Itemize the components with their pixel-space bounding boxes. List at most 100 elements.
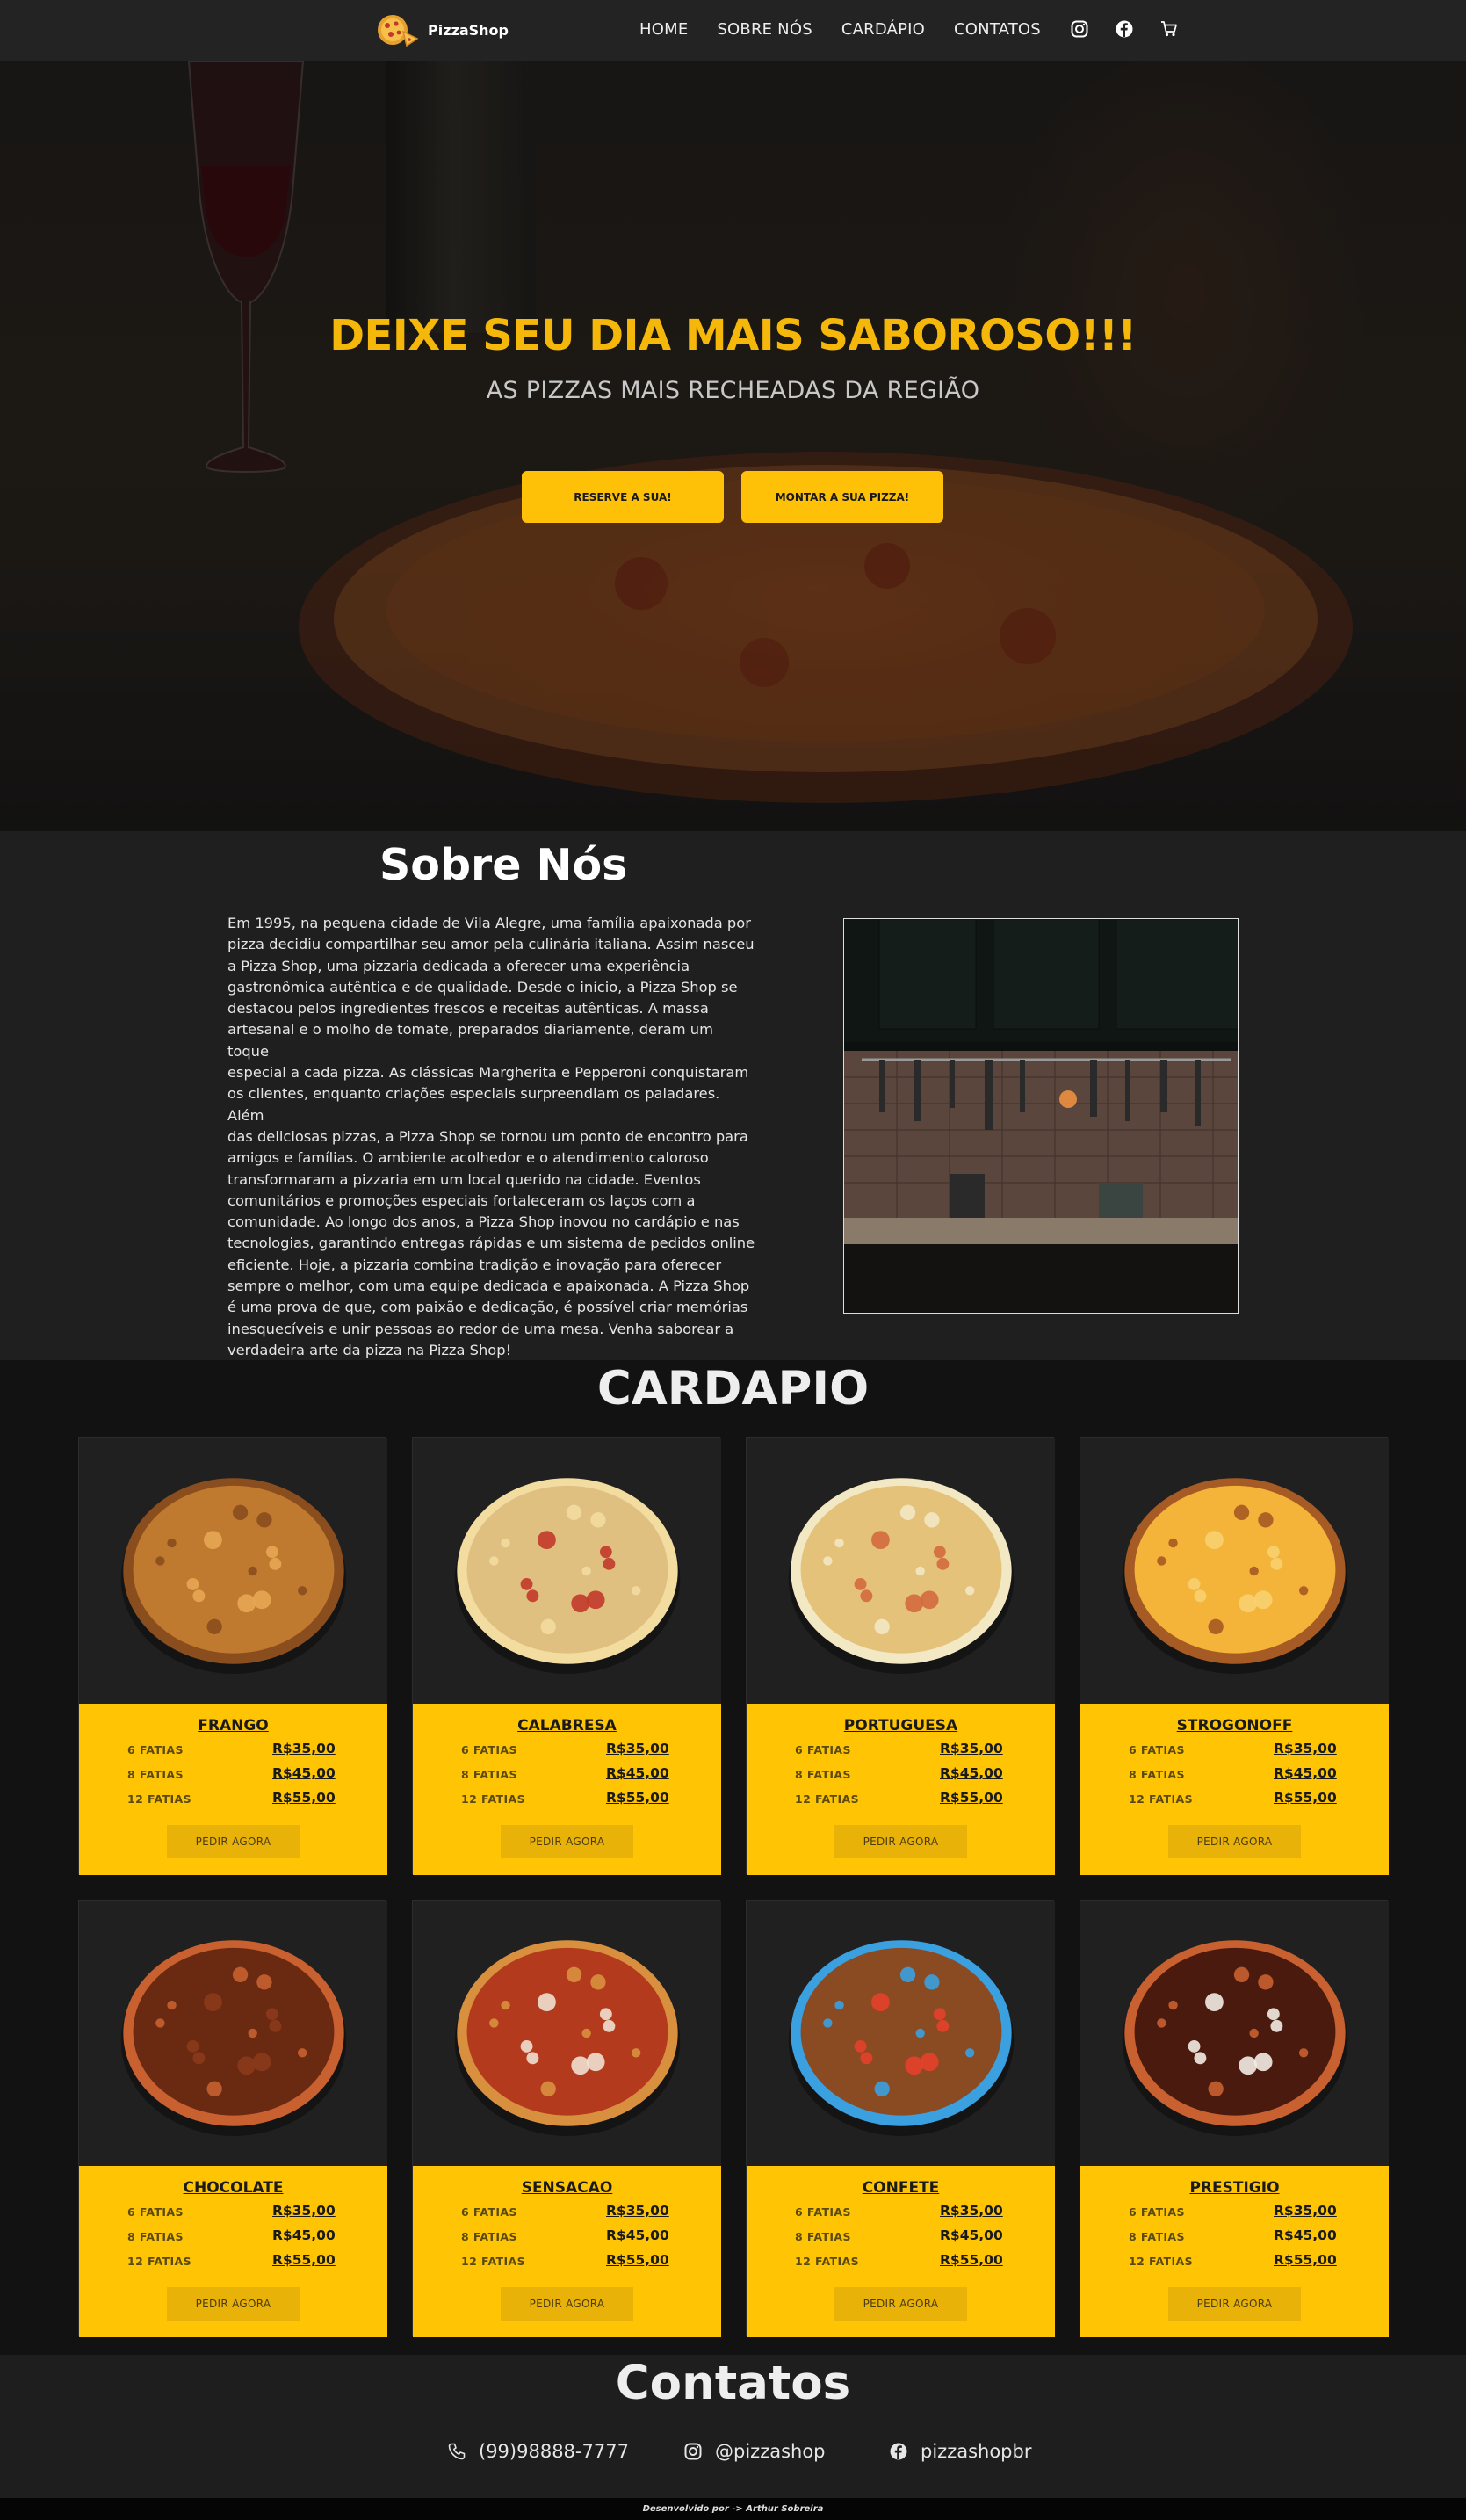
price-row: 8 FATIAS R$45,00	[127, 1765, 356, 1785]
reserve-button[interactable]: RESERVE A SUA!	[522, 471, 724, 523]
price-row: 6 FATIAS R$35,00	[795, 2203, 1023, 2222]
size-label: 6 FATIAS	[127, 1743, 184, 1756]
about-text-line: comunidade. Ao longo dos anos, a Pizza S…	[227, 1213, 740, 1231]
order-now-button[interactable]: PEDIR AGORA	[1168, 2287, 1301, 2321]
price-value[interactable]: R$35,00	[1274, 2203, 1337, 2219]
price-value[interactable]: R$45,00	[940, 2227, 1003, 2243]
price-value[interactable]: R$45,00	[272, 1765, 336, 1781]
price-value[interactable]: R$35,00	[272, 2203, 336, 2219]
price-row: 8 FATIAS R$45,00	[461, 2227, 690, 2247]
menu-card: PORTUGUESA 6 FATIAS R$35,00 8 FATIAS R$45,00…	[746, 1437, 1055, 1875]
phone-icon	[447, 2442, 466, 2461]
pizza-name[interactable]: PORTUGUESA	[747, 1717, 1055, 1734]
menu-section: CARDAPIO FRANGO 6 FATIAS R$35,00 8 FATIAS R$…	[0, 1360, 1466, 2355]
price-value[interactable]: R$55,00	[940, 2252, 1003, 2268]
price-value[interactable]: R$45,00	[606, 1765, 669, 1781]
about-text-line: artesanal e o molho de tomate, preparado…	[227, 1021, 713, 1060]
price-value[interactable]: R$35,00	[606, 1741, 669, 1756]
size-label: 6 FATIAS	[1129, 1743, 1185, 1756]
pizza-logo-icon	[373, 12, 419, 47]
price-value[interactable]: R$55,00	[272, 1790, 336, 1806]
price-value[interactable]: R$55,00	[606, 1790, 669, 1806]
nav-sobre[interactable]: SOBRE NÓS	[717, 20, 812, 39]
instagram-icon	[683, 2442, 703, 2461]
pizza-name[interactable]: PRESTIGIO	[1080, 2179, 1389, 2197]
pizza-image	[79, 1901, 387, 2166]
price-row: 6 FATIAS R$35,00	[127, 2203, 356, 2222]
size-label: 8 FATIAS	[1129, 2230, 1185, 2243]
pizza-name[interactable]: STROGONOFF	[1080, 1717, 1389, 1734]
nav-contatos[interactable]: CONTATOS	[954, 20, 1041, 39]
price-value[interactable]: R$55,00	[1274, 2252, 1337, 2268]
pizza-image	[1080, 1438, 1389, 1704]
price-row: 8 FATIAS R$45,00	[461, 1765, 690, 1785]
price-value[interactable]: R$55,00	[272, 2252, 336, 2268]
price-value[interactable]: R$45,00	[1274, 2227, 1337, 2243]
price-row: 6 FATIAS R$35,00	[1129, 1741, 1357, 1760]
size-label: 8 FATIAS	[1129, 1768, 1185, 1781]
contact-phone[interactable]: (99)98888-7777	[447, 2441, 629, 2462]
price-row: 8 FATIAS R$45,00	[1129, 1765, 1357, 1785]
order-now-button[interactable]: PEDIR AGORA	[834, 2287, 967, 2321]
size-label: 6 FATIAS	[1129, 2205, 1185, 2219]
pizza-name[interactable]: CALABRESA	[413, 1717, 721, 1734]
size-label: 12 FATIAS	[795, 2255, 860, 2268]
order-now-button[interactable]: PEDIR AGORA	[167, 1825, 300, 1858]
price-value[interactable]: R$35,00	[272, 1741, 336, 1756]
price-value[interactable]: R$35,00	[606, 2203, 669, 2219]
pizza-name[interactable]: CONFETE	[747, 2179, 1055, 2197]
price-value[interactable]: R$55,00	[940, 1790, 1003, 1806]
price-row: 8 FATIAS R$45,00	[1129, 2227, 1357, 2247]
price-row: 6 FATIAS R$35,00	[127, 1741, 356, 1760]
pizza-name[interactable]: FRANGO	[79, 1717, 387, 1734]
nav-cardapio[interactable]: CARDÁPIO	[841, 20, 925, 39]
about-text-line: amigos e famílias. O ambiente acolhedor …	[227, 1149, 709, 1167]
price-value[interactable]: R$45,00	[272, 2227, 336, 2243]
facebook-icon[interactable]	[1115, 19, 1134, 39]
order-now-button[interactable]: PEDIR AGORA	[167, 2287, 300, 2321]
pizza-image	[79, 1438, 387, 1704]
nav-home[interactable]: HOME	[639, 20, 688, 39]
order-now-button[interactable]: PEDIR AGORA	[834, 1825, 967, 1858]
brand[interactable]: PizzaShop	[373, 12, 509, 47]
menu-card: STROGONOFF 6 FATIAS R$35,00 8 FATIAS R$45,00…	[1080, 1437, 1389, 1875]
price-value[interactable]: R$55,00	[606, 2252, 669, 2268]
pizza-name[interactable]: SENSACAO	[413, 2179, 721, 2197]
order-now-button[interactable]: PEDIR AGORA	[1168, 1825, 1301, 1858]
card-body: CHOCOLATE 6 FATIAS R$35,00 8 FATIAS R$45,00 1…	[79, 2166, 387, 2337]
contact-instagram[interactable]: @pizzashop	[683, 2441, 826, 2462]
size-label: 12 FATIAS	[461, 1792, 526, 1806]
order-now-button[interactable]: PEDIR AGORA	[501, 1825, 633, 1858]
card-body: PRESTIGIO 6 FATIAS R$35,00 8 FATIAS R$45,00 1…	[1080, 2166, 1389, 2337]
instagram-icon[interactable]	[1070, 19, 1089, 39]
price-value[interactable]: R$45,00	[940, 1765, 1003, 1781]
price-row: 6 FATIAS R$35,00	[795, 1741, 1023, 1760]
pizza-image	[413, 1438, 721, 1704]
pizza-name[interactable]: CHOCOLATE	[79, 2179, 387, 2197]
pizza-image	[747, 1438, 1055, 1704]
price-value[interactable]: R$35,00	[1274, 1741, 1337, 1756]
price-row: 8 FATIAS R$45,00	[127, 2227, 356, 2247]
price-value[interactable]: R$35,00	[940, 1741, 1003, 1756]
price-value[interactable]: R$45,00	[606, 2227, 669, 2243]
hero-subtitle: AS PIZZAS MAIS RECHEADAS DA REGIÃO	[486, 377, 980, 404]
price-value[interactable]: R$45,00	[1274, 1765, 1337, 1781]
price-row: 8 FATIAS R$45,00	[795, 2227, 1023, 2247]
card-body: PORTUGUESA 6 FATIAS R$35,00 8 FATIAS R$45,00…	[747, 1704, 1055, 1875]
menu-card: CALABRESA 6 FATIAS R$35,00 8 FATIAS R$45,00 1…	[412, 1437, 721, 1875]
card-body: STROGONOFF 6 FATIAS R$35,00 8 FATIAS R$45,00…	[1080, 1704, 1389, 1875]
price-row: 12 FATIAS R$55,00	[795, 2252, 1023, 2271]
about-text-line: a Pizza Shop, uma pizzaria dedicada a of…	[227, 957, 690, 974]
build-pizza-button[interactable]: MONTAR A SUA PIZZA!	[741, 471, 943, 523]
price-value[interactable]: R$35,00	[940, 2203, 1003, 2219]
pizza-image	[747, 1901, 1055, 2166]
contact-facebook[interactable]: pizzashopbr	[889, 2441, 1031, 2462]
order-now-button[interactable]: PEDIR AGORA	[501, 2287, 633, 2321]
size-label: 8 FATIAS	[795, 2230, 851, 2243]
nav-links: HOME SOBRE NÓS CARDÁPIO CONTATOS	[639, 19, 1204, 39]
contact-facebook-text: pizzashopbr	[921, 2441, 1032, 2462]
price-row: 8 FATIAS R$45,00	[795, 1765, 1023, 1785]
size-label: 12 FATIAS	[1129, 2255, 1194, 2268]
cart-icon[interactable]	[1159, 19, 1179, 39]
price-value[interactable]: R$55,00	[1274, 1790, 1337, 1806]
